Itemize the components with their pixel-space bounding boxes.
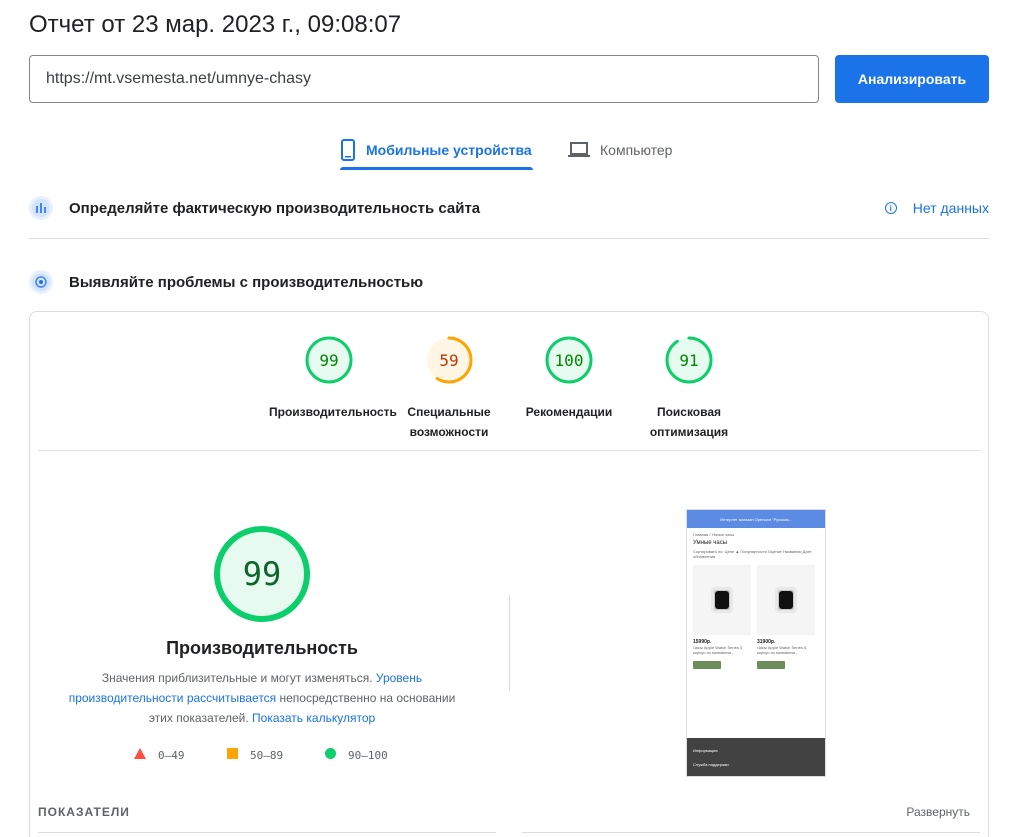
preview-product: 15990р. Часы Apple Watch Series 3 корпус…	[693, 565, 751, 669]
tab-desktop[interactable]: Компьютер	[568, 130, 672, 170]
score-label: Рекомендации	[525, 405, 613, 419]
preview-footer-item: Информация	[693, 748, 718, 753]
square-icon	[227, 748, 238, 762]
watch-image	[757, 565, 815, 635]
preview-footer-item: Служба поддержки	[693, 762, 729, 767]
score-gauge[interactable]: 100 Рекомендации	[509, 336, 629, 422]
preview-products: 15990р. Часы Apple Watch Series 3 корпус…	[693, 565, 819, 669]
legend-pass-label: 90–100	[348, 748, 388, 762]
expand-button[interactable]: Развернуть	[906, 805, 970, 819]
analyze-button[interactable]: Анализировать	[835, 55, 989, 103]
score-label: Специальные возможности	[407, 405, 491, 439]
tab-mobile-label: Мобильные устройства	[366, 142, 532, 158]
score-ring: 59	[425, 336, 473, 384]
score-ring: 99	[305, 336, 353, 384]
preview-header: Интернет магазин Opencart "Русская...	[687, 510, 825, 528]
page-screenshot-preview: Интернет магазин Opencart "Русская... Гл…	[686, 509, 826, 777]
preview-sort: Сортировать по: Цене ▲ Популярности Оцен…	[693, 549, 812, 559]
performance-description: Значения приблизительные и могут изменят…	[62, 668, 462, 728]
no-data-label: Нет данных	[912, 200, 989, 216]
legend-fail: 0–49	[134, 748, 185, 762]
legend-average: 50–89	[227, 748, 283, 762]
field-data-title: Определяйте фактическую производительнос…	[69, 199, 481, 217]
score-gauge[interactable]: 99 Производительность	[269, 336, 397, 422]
score-ring: 100	[545, 336, 593, 384]
watch-image	[693, 565, 751, 635]
preview-footer: Информация Служба поддержки	[687, 738, 825, 776]
score-label: Производительность	[269, 405, 397, 419]
preview-product: 31900р. Часы Apple Watch Series 5 корпус…	[757, 565, 815, 669]
performance-title: Производительность	[166, 638, 358, 658]
score-value: 59	[439, 350, 459, 370]
lab-data-title: Выявляйте проблемы с производительностью	[69, 273, 424, 291]
score-gauge[interactable]: 91 Поисковая оптимизация	[629, 336, 749, 442]
legend-pass: 90–100	[325, 748, 388, 762]
score-value: 100	[554, 350, 584, 370]
section-divider	[29, 238, 989, 239]
show-calculator-link[interactable]: Показать калькулятор	[252, 711, 375, 725]
metrics-divider-right	[522, 832, 980, 833]
device-tabs: Мобильные устройства Компьютер	[0, 130, 1014, 172]
field-data-icon	[29, 196, 53, 220]
tab-desktop-label: Компьютер	[600, 142, 673, 158]
lab-data-section: Выявляйте проблемы с производительностью	[29, 270, 989, 294]
laptop-icon	[568, 141, 590, 159]
tab-mobile[interactable]: Мобильные устройства	[340, 130, 532, 170]
metrics-heading: ПОКАЗАТЕЛИ	[38, 805, 130, 819]
preview-body: Главная / Умные часы Умные часы Сортиров…	[687, 528, 825, 673]
active-tab-indicator	[340, 167, 533, 170]
field-data-section: Определяйте фактическую производительнос…	[29, 196, 989, 220]
score-gauge[interactable]: 59 Специальные возможности	[389, 336, 509, 442]
legend-average-label: 50–89	[250, 748, 284, 762]
page-title: Отчет от 23 мар. 2023 г., 09:08:07	[29, 11, 402, 38]
preview-cart-button	[757, 661, 785, 669]
preview-product-name: Часы Apple Watch Series 3 корпус из алюм…	[693, 645, 743, 655]
vertical-separator	[509, 595, 510, 691]
metrics-divider-left	[38, 832, 496, 833]
legend-fail-label: 0–49	[158, 748, 185, 762]
card-divider	[38, 450, 980, 451]
preview-product-name: Часы Apple Watch Series 5 корпус из алюм…	[757, 645, 807, 655]
desc-text-1: Значения приблизительные и могут изменят…	[101, 671, 376, 685]
performance-score: 99	[242, 555, 282, 593]
report-card: 99 Производительность 59 Специальные возможн…	[29, 311, 989, 837]
preview-breadcrumb: Главная / Умные часы	[693, 532, 735, 537]
score-ring: 91	[665, 336, 713, 384]
score-value: 99	[319, 350, 339, 370]
triangle-icon	[134, 748, 146, 762]
preview-cart-button	[693, 661, 721, 669]
info-icon: i	[884, 202, 897, 214]
no-data-link[interactable]: i Нет данных	[884, 200, 989, 216]
lab-data-icon	[29, 270, 53, 294]
circle-icon	[325, 748, 336, 762]
performance-gauge: 99	[213, 525, 311, 623]
url-input[interactable]: https://mt.vsemesta.net/umnye-chasy	[29, 55, 819, 103]
preview-heading: Умные часы	[693, 540, 728, 546]
score-value: 91	[679, 350, 699, 370]
smartphone-icon	[340, 139, 356, 161]
score-label: Поисковая оптимизация	[649, 405, 729, 439]
